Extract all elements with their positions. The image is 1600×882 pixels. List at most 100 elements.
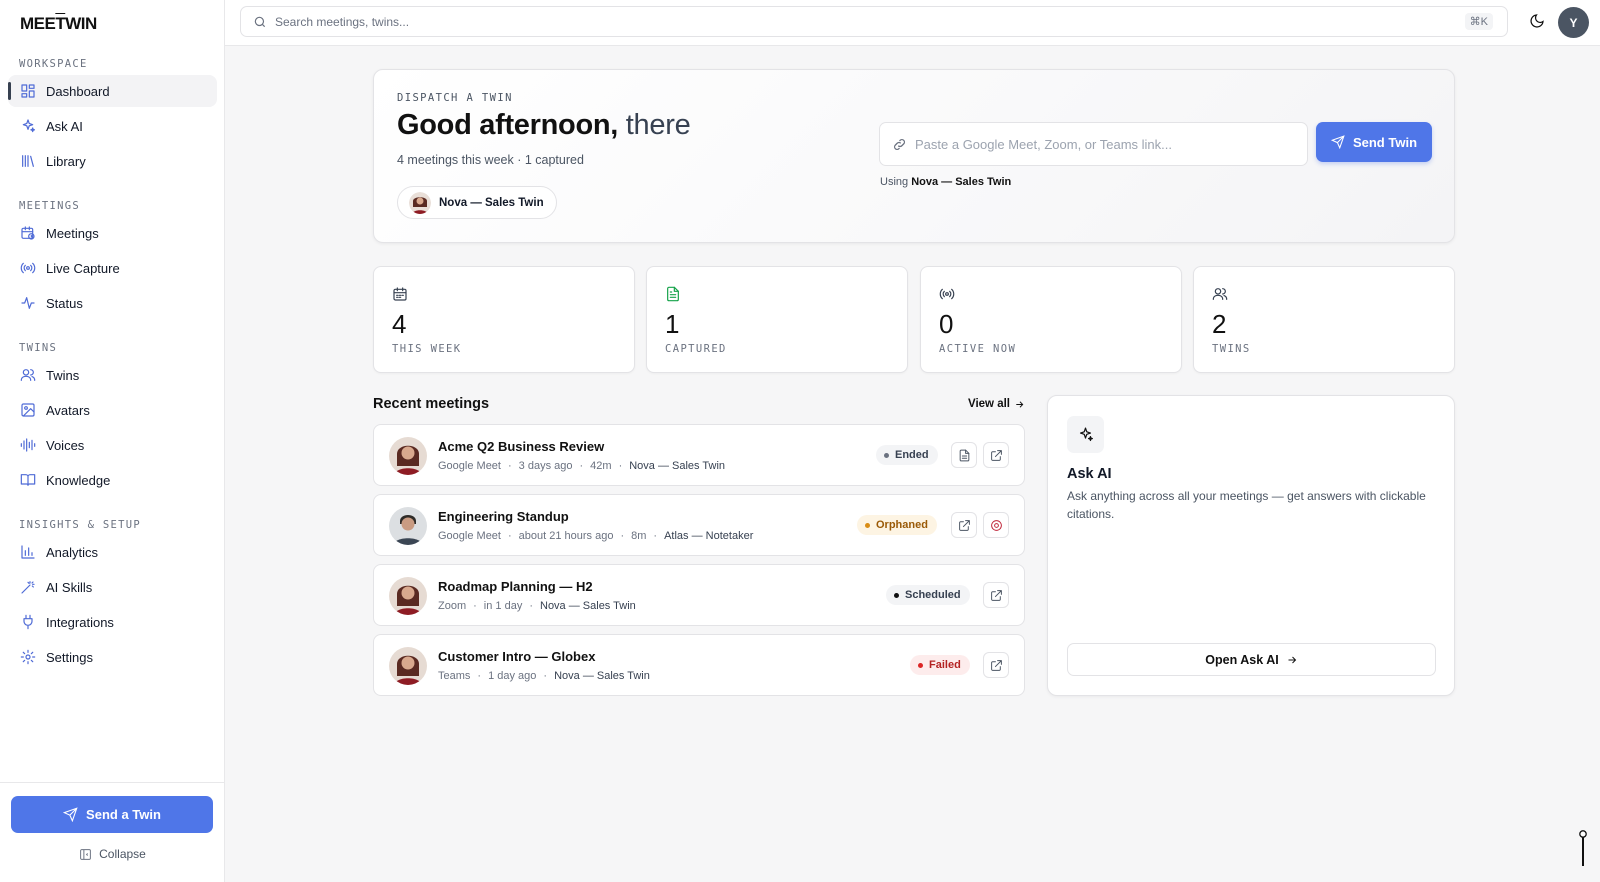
sidebar-item-label: Dashboard — [46, 83, 110, 99]
stat-label: CAPTURED — [665, 343, 727, 355]
view-transcript-button[interactable] — [951, 442, 977, 468]
meeting-avatar — [389, 437, 427, 475]
recent-meetings-title: Recent meetings — [373, 396, 490, 412]
collapse-button[interactable]: Collapse — [0, 847, 225, 861]
sidebar-item-analytics[interactable]: Analytics — [8, 536, 217, 568]
grid-icon — [19, 82, 37, 100]
hero-subtitle: 4 meetings this week · 1 captured — [397, 153, 584, 167]
using-twin-name: Nova — Sales Twin — [911, 176, 1012, 188]
sidebar-item-ask-ai[interactable]: Ask AI — [8, 110, 217, 142]
twin-selector-chip[interactable]: Nova — Sales Twin — [397, 186, 557, 219]
stop-capture-button[interactable] — [983, 512, 1009, 538]
sidebar-item-status[interactable]: Status — [8, 287, 217, 319]
sidebar-item-label: Knowledge — [46, 472, 111, 488]
sidebar-item-label: Twins — [46, 367, 80, 383]
section-label-insights-setup: INSIGHTS & SETUP — [19, 519, 141, 531]
radio-icon — [939, 286, 955, 302]
stat-value: 1 — [665, 309, 680, 339]
sidebar-item-label: Meetings — [46, 225, 99, 241]
arrow-right-icon — [1288, 656, 1296, 663]
send-twin-button[interactable]: Send Twin — [1316, 122, 1432, 162]
sidebar-item-avatars[interactable]: Avatars — [8, 394, 217, 426]
greeting-text: Good afternoon, — [397, 109, 619, 141]
calendar-icon — [392, 286, 408, 302]
stat-card-captured: 1 CAPTURED — [646, 266, 908, 373]
stat-value: 4 — [392, 309, 407, 339]
open-ask-ai-button[interactable]: Open Ask AI — [1067, 643, 1436, 676]
stat-label: TWINS — [1212, 343, 1251, 355]
meeting-meta: Zoom · in 1 day · Nova — Sales Twin — [438, 600, 636, 612]
stat-value: 0 — [939, 309, 954, 339]
sidebar-item-knowledge[interactable]: Knowledge — [8, 464, 217, 496]
twin-chip-label: Nova — Sales Twin — [439, 196, 544, 209]
greeting-name: there — [625, 109, 691, 141]
greeting-title: Good afternoon, there — [397, 109, 691, 142]
using-twin-line: Using Nova — Sales Twin — [880, 176, 1012, 188]
image-icon — [19, 401, 37, 419]
sidebar-item-ai-skills[interactable]: AI Skills — [8, 571, 217, 603]
meeting-avatar — [389, 647, 427, 685]
sidebar-item-meetings[interactable]: Meetings — [8, 217, 217, 249]
plug-icon — [19, 613, 37, 631]
status-badge: Ended — [876, 445, 938, 465]
meeting-title: Engineering Standup — [438, 509, 569, 524]
sidebar-item-library[interactable]: Library — [8, 145, 217, 177]
meeting-avatar — [389, 507, 427, 545]
sidebar-item-label: Settings — [46, 649, 93, 665]
section-label-twins: TWINS — [19, 342, 58, 354]
stat-value: 2 — [1212, 309, 1227, 339]
open-external-button[interactable] — [983, 442, 1009, 468]
arrow-right-icon — [1016, 400, 1024, 408]
meeting-meta: Teams · 1 day ago · Nova — Sales Twin — [438, 670, 650, 682]
book-open-icon — [19, 471, 37, 489]
sidebar-item-dashboard[interactable]: Dashboard — [8, 75, 217, 107]
app-logo[interactable]: MEETWIN — [20, 14, 97, 34]
stat-label: THIS WEEK — [392, 343, 462, 355]
theme-toggle-button[interactable] — [1529, 13, 1547, 31]
sidebar: MEETWIN WORKSPACE Dashboard Ask AI Libra… — [0, 0, 225, 882]
status-badge: Orphaned — [857, 515, 937, 535]
search-bar[interactable]: ⌘K — [240, 6, 1508, 37]
radio-icon — [19, 259, 37, 277]
hero-eyebrow: DISPATCH A TWIN — [397, 92, 513, 104]
audio-lines-icon — [19, 436, 37, 454]
stat-card-active-now: 0 ACTIVE NOW — [920, 266, 1182, 373]
meeting-row[interactable]: Roadmap Planning — H2 Zoom · in 1 day · Nova… — [373, 564, 1025, 626]
wand-icon — [19, 578, 37, 596]
ask-ai-card: Ask AI Ask anything across all your meet… — [1047, 395, 1455, 696]
user-avatar[interactable]: Y — [1558, 7, 1589, 38]
sidebar-item-twins[interactable]: Twins — [8, 359, 217, 391]
sidebar-item-integrations[interactable]: Integrations — [8, 606, 217, 638]
twin-avatar — [409, 191, 431, 214]
meeting-row[interactable]: Customer Intro — Globex Teams · 1 day ago ·… — [373, 634, 1025, 696]
stat-card-this-week: 4 THIS WEEK — [373, 266, 635, 373]
sidebar-item-label: Live Capture — [46, 260, 120, 276]
sidebar-item-live-capture[interactable]: Live Capture — [8, 252, 217, 284]
sidebar-item-voices[interactable]: Voices — [8, 429, 217, 461]
moon-icon — [1530, 14, 1544, 28]
view-all-link[interactable]: View all — [968, 398, 1025, 410]
meeting-link-input[interactable] — [915, 136, 1307, 152]
meeting-row[interactable]: Acme Q2 Business Review Google Meet · 3 da… — [373, 424, 1025, 486]
send-icon — [1330, 135, 1345, 149]
library-icon — [19, 152, 37, 170]
sidebar-item-label: Library — [46, 153, 86, 169]
meeting-meta: Google Meet · about 21 hours ago · 8m · Atlas … — [438, 530, 754, 542]
cursor-icon — [1579, 830, 1587, 866]
open-external-button[interactable] — [983, 582, 1009, 608]
users-icon — [19, 366, 37, 384]
activity-icon — [19, 294, 37, 312]
topbar: ⌘K Y — [225, 0, 1600, 46]
search-input[interactable] — [275, 14, 1465, 29]
meeting-row[interactable]: Engineering Standup Google Meet · about 21… — [373, 494, 1025, 556]
stat-card-twins: 2 TWINS — [1193, 266, 1455, 373]
stop-circle-icon — [990, 519, 1002, 531]
open-external-button[interactable] — [983, 652, 1009, 678]
meeting-title: Customer Intro — Globex — [438, 649, 596, 664]
open-external-button[interactable] — [951, 512, 977, 538]
sidebar-item-settings[interactable]: Settings — [8, 641, 217, 673]
meeting-link-field[interactable] — [879, 122, 1308, 166]
send-a-twin-button[interactable]: Send a Twin — [11, 796, 213, 833]
panel-left-icon — [80, 848, 92, 860]
sparkles-icon — [19, 117, 37, 135]
